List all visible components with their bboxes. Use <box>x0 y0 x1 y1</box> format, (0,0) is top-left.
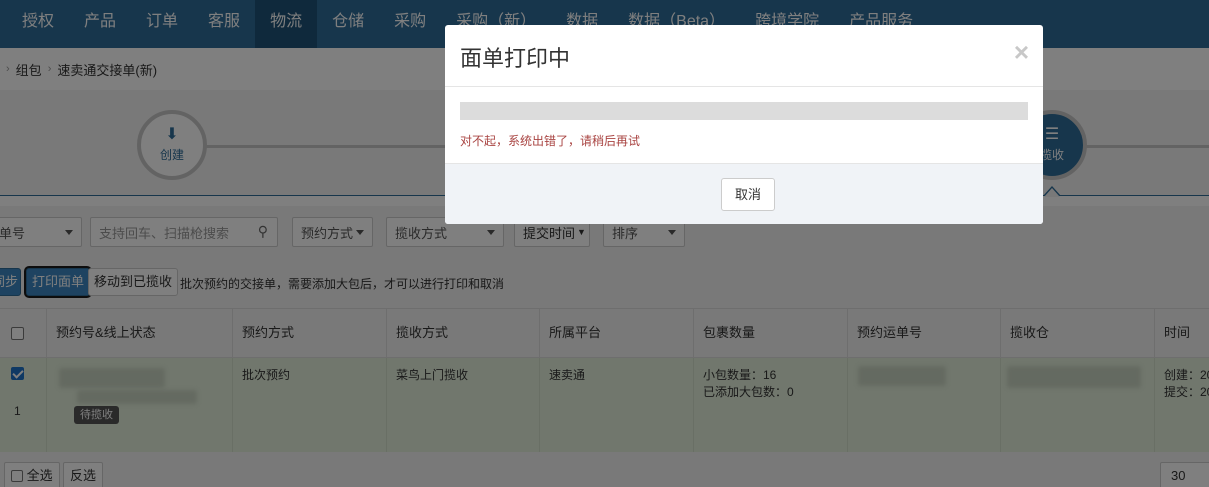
dialog-header: 面单打印中 × <box>445 25 1043 87</box>
dialog-title: 面单打印中 <box>460 46 571 71</box>
print-label-dialog: 面单打印中 × 对不起，系统出错了，请稍后再试 取消 <box>445 25 1043 224</box>
error-message: 对不起，系统出错了，请稍后再试 <box>460 134 641 148</box>
cancel-button-label: 取消 <box>734 187 761 202</box>
print-progress-bar <box>460 102 1028 120</box>
close-icon[interactable]: × <box>1014 37 1029 67</box>
dialog-footer: 取消 <box>445 163 1043 224</box>
cancel-button[interactable]: 取消 <box>721 178 775 211</box>
